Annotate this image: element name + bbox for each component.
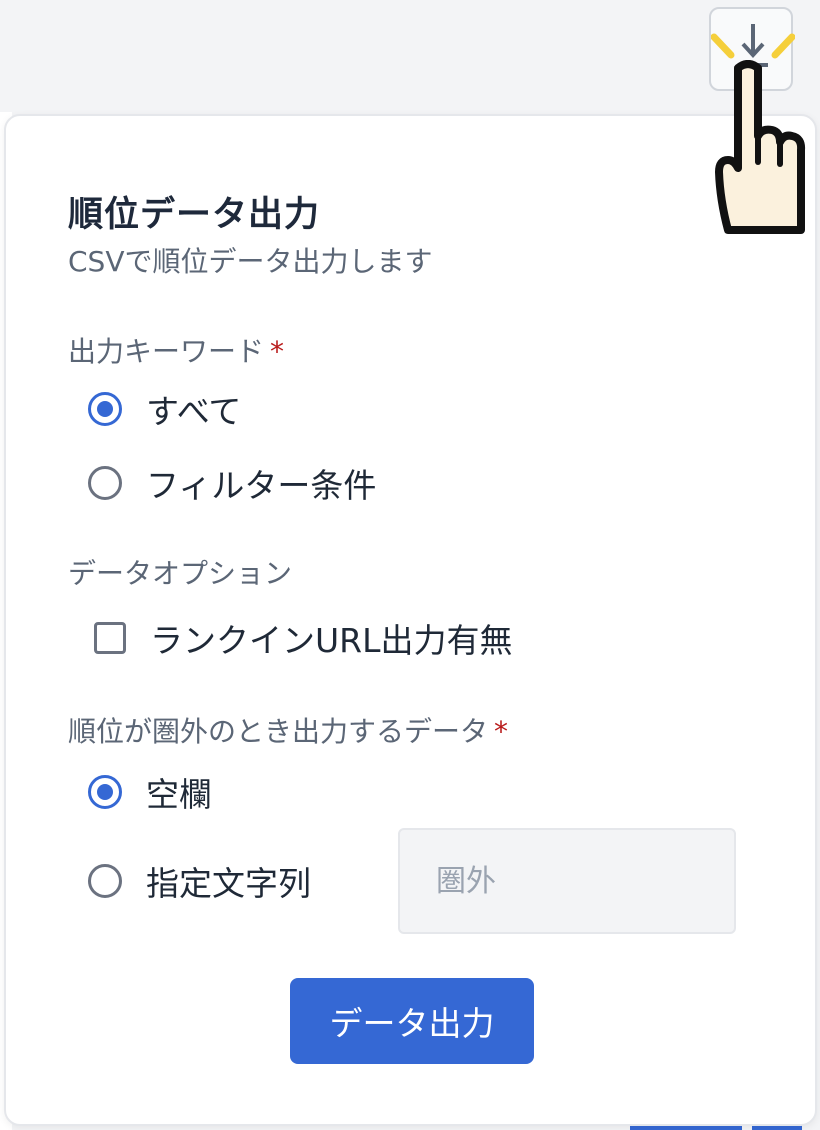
radio-option-all[interactable]: すべて bbox=[88, 387, 241, 431]
checkbox-option-rankin-url[interactable]: ランクインURL出力有無 bbox=[88, 616, 512, 660]
top-toolbar bbox=[0, 0, 820, 112]
required-mark: * bbox=[270, 335, 285, 368]
radio-button[interactable] bbox=[88, 466, 122, 500]
export-popover: 順位データ出力 CSVで順位データ出力します 出力キーワード * すべて フィルタ… bbox=[4, 114, 817, 1126]
out-of-rank-section-label-text: 順位が圏外のとき出力するデータ bbox=[68, 715, 489, 748]
required-mark: * bbox=[494, 715, 509, 748]
radio-option-custom-string[interactable]: 指定文字列 bbox=[88, 859, 311, 903]
checkbox-label-rankin-url: ランクインURL出力有無 bbox=[150, 621, 513, 660]
radio-option-blank[interactable]: 空欄 bbox=[88, 770, 212, 814]
popover-title: 順位データ出力 bbox=[68, 195, 321, 235]
pointing-hand-icon bbox=[715, 60, 806, 234]
radio-option-filter[interactable]: フィルター条件 bbox=[88, 461, 376, 505]
keyword-section-label: 出力キーワード * bbox=[68, 330, 284, 370]
checkbox[interactable] bbox=[94, 622, 126, 654]
radio-button-checked[interactable] bbox=[88, 775, 122, 809]
keyword-section-label-text: 出力キーワード bbox=[68, 335, 265, 368]
radio-label-all: すべて bbox=[146, 392, 242, 431]
radio-button-checked[interactable] bbox=[88, 392, 122, 426]
custom-string-input[interactable] bbox=[398, 828, 736, 934]
radio-label-custom-string: 指定文字列 bbox=[146, 864, 311, 903]
out-of-rank-section-label: 順位が圏外のとき出力するデータ * bbox=[68, 710, 508, 750]
radio-label-filter: フィルター条件 bbox=[146, 466, 377, 505]
export-data-button[interactable]: データ出力 bbox=[290, 978, 534, 1064]
radio-button[interactable] bbox=[88, 864, 122, 898]
data-option-section-label: データオプション bbox=[68, 557, 293, 590]
radio-label-blank: 空欄 bbox=[146, 775, 212, 814]
popover-subtitle: CSVで順位データ出力します bbox=[68, 245, 433, 278]
